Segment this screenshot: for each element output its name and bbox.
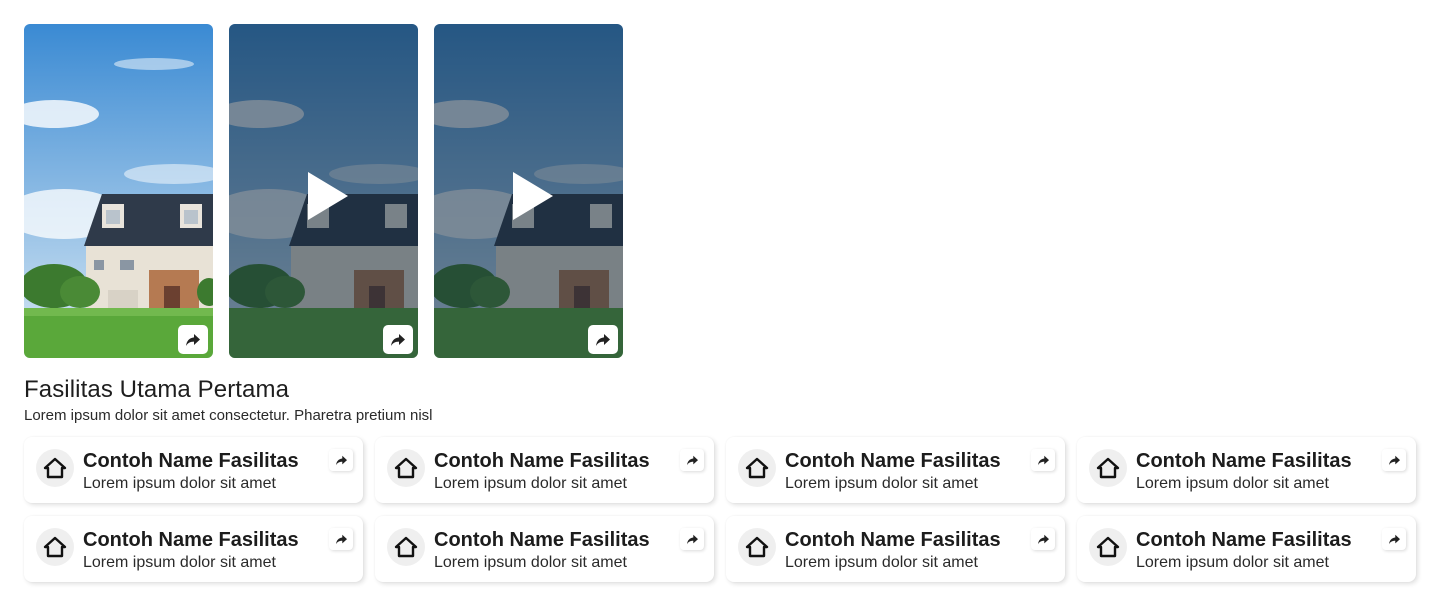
share-button[interactable] — [1382, 449, 1406, 471]
section-title: Fasilitas Utama Pertama — [24, 376, 290, 403]
home-icon — [43, 457, 67, 479]
facility-name: Contoh Name Fasilitas — [83, 529, 299, 551]
gallery-share-button[interactable] — [588, 325, 618, 354]
share-icon — [1388, 534, 1400, 544]
home-icon — [394, 536, 418, 558]
gallery-share-button[interactable] — [178, 325, 208, 354]
icon-badge — [387, 528, 425, 566]
house-photo — [24, 24, 213, 358]
facility-card[interactable]: Contoh Name Fasilitas Lorem ipsum dolor … — [1077, 437, 1416, 503]
share-button[interactable] — [329, 449, 353, 471]
facility-name: Contoh Name Fasilitas — [785, 529, 1001, 551]
facility-description: Lorem ipsum dolor sit amet — [785, 475, 978, 492]
icon-badge — [738, 528, 776, 566]
home-icon — [1096, 536, 1120, 558]
facility-card[interactable]: Contoh Name Fasilitas Lorem ipsum dolor … — [24, 516, 363, 582]
facility-name: Contoh Name Fasilitas — [1136, 529, 1352, 551]
section-description: Lorem ipsum dolor sit amet consectetur. … — [24, 407, 433, 424]
facility-description: Lorem ipsum dolor sit amet — [1136, 554, 1329, 571]
facility-description: Lorem ipsum dolor sit amet — [1136, 475, 1329, 492]
facility-description: Lorem ipsum dolor sit amet — [785, 554, 978, 571]
icon-badge — [738, 449, 776, 487]
share-button[interactable] — [1382, 528, 1406, 550]
share-icon — [1388, 455, 1400, 465]
share-button[interactable] — [680, 449, 704, 471]
facility-name: Contoh Name Fasilitas — [83, 450, 299, 472]
facility-description: Lorem ipsum dolor sit amet — [434, 475, 627, 492]
share-icon — [186, 333, 200, 346]
share-button[interactable] — [1031, 449, 1055, 471]
facility-card[interactable]: Contoh Name Fasilitas Lorem ipsum dolor … — [726, 437, 1065, 503]
share-button[interactable] — [680, 528, 704, 550]
facility-card[interactable]: Contoh Name Fasilitas Lorem ipsum dolor … — [24, 437, 363, 503]
home-icon — [43, 536, 67, 558]
gallery-video-2[interactable] — [434, 24, 623, 358]
facility-grid: Contoh Name Fasilitas Lorem ipsum dolor … — [24, 437, 1416, 582]
facility-name: Contoh Name Fasilitas — [434, 529, 650, 551]
facility-description: Lorem ipsum dolor sit amet — [434, 554, 627, 571]
gallery-share-button[interactable] — [383, 325, 413, 354]
media-gallery — [24, 24, 623, 358]
icon-badge — [36, 528, 74, 566]
share-icon — [686, 455, 698, 465]
home-icon — [1096, 457, 1120, 479]
share-icon — [1037, 455, 1049, 465]
home-icon — [745, 457, 769, 479]
facility-name: Contoh Name Fasilitas — [1136, 450, 1352, 472]
icon-badge — [1089, 528, 1127, 566]
facility-name: Contoh Name Fasilitas — [434, 450, 650, 472]
facility-description: Lorem ipsum dolor sit amet — [83, 475, 276, 492]
facility-card[interactable]: Contoh Name Fasilitas Lorem ipsum dolor … — [375, 516, 714, 582]
share-icon — [335, 534, 347, 544]
share-icon — [596, 333, 610, 346]
facility-card[interactable]: Contoh Name Fasilitas Lorem ipsum dolor … — [726, 516, 1065, 582]
facility-card[interactable]: Contoh Name Fasilitas Lorem ipsum dolor … — [375, 437, 714, 503]
gallery-video-1[interactable] — [229, 24, 418, 358]
share-button[interactable] — [329, 528, 353, 550]
play-icon[interactable] — [512, 172, 553, 220]
share-button[interactable] — [1031, 528, 1055, 550]
share-icon — [391, 333, 405, 346]
share-icon — [686, 534, 698, 544]
home-icon — [394, 457, 418, 479]
icon-badge — [387, 449, 425, 487]
facility-description: Lorem ipsum dolor sit amet — [83, 554, 276, 571]
share-icon — [335, 455, 347, 465]
icon-badge — [36, 449, 74, 487]
facility-card[interactable]: Contoh Name Fasilitas Lorem ipsum dolor … — [1077, 516, 1416, 582]
play-icon[interactable] — [307, 172, 348, 220]
gallery-image-1[interactable] — [24, 24, 213, 358]
icon-badge — [1089, 449, 1127, 487]
facility-name: Contoh Name Fasilitas — [785, 450, 1001, 472]
share-icon — [1037, 534, 1049, 544]
home-icon — [745, 536, 769, 558]
